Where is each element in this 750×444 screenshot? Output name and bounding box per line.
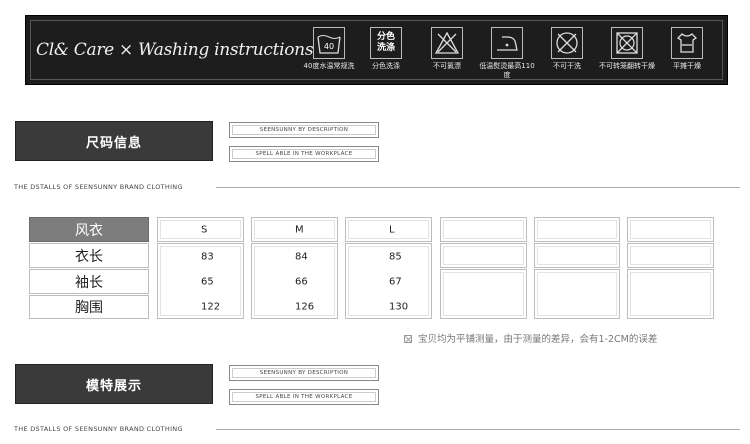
care-title: Cl& Care × Washing instructions: [36, 40, 314, 60]
size-header-cell: S: [157, 217, 244, 242]
care-item-no-dry-clean: 不可干洗: [537, 27, 597, 71]
section-divider-text: THE DSTALLS OF SEENSUNNY BRAND CLOTHING: [14, 183, 183, 191]
row-label-length: 衣长: [29, 243, 149, 268]
care-caption: 不可干洗: [553, 62, 581, 70]
care-caption: 不可转笼翻转干燥: [599, 62, 655, 70]
measurement-note: 宝贝均为平铺测量，由于测量的差异，会有1-2CM的误差: [404, 331, 657, 345]
care-item-no-tumble-dry: 不可转笼翻转干燥: [597, 27, 657, 71]
wash-40-icon: 40: [313, 27, 345, 59]
size-column-s: 83 65 122: [157, 243, 244, 319]
care-caption: 平摊干燥: [673, 62, 701, 70]
row-label-chest: 胸围: [29, 295, 149, 319]
value-length: 84: [295, 251, 308, 263]
value-chest: 130: [389, 301, 409, 313]
model-showcase-heading: 模特展示: [15, 364, 213, 404]
size-column-m: 84 66 126: [251, 243, 338, 319]
wash-temp-label: 40: [324, 42, 334, 51]
section-divider-line: [216, 429, 740, 430]
size-column-l: 85 67 130: [345, 243, 432, 319]
section-divider-line: [216, 187, 740, 188]
no-bleach-icon: [431, 27, 463, 59]
size-header-cell: L: [345, 217, 432, 242]
no-dry-clean-icon: [551, 27, 583, 59]
care-item-wash-40: 40 40度水温常规洗: [299, 27, 359, 71]
empty-cell: [440, 243, 527, 268]
empty-cell: [534, 243, 620, 268]
care-item-low-iron: 低温熨烫最高110度: [477, 27, 537, 80]
value-length: 85: [389, 251, 402, 263]
value-sleeve: 66: [295, 276, 308, 288]
empty-cell: [534, 269, 620, 319]
separate-wash-icon: 分色洗涤: [370, 27, 402, 59]
value-chest: 126: [295, 301, 315, 313]
workplace-label: SPELL ABLE IN THE WORKPLACE: [229, 389, 379, 405]
empty-cell: [627, 269, 714, 319]
care-item-no-bleach: 不可氯漂: [417, 27, 477, 71]
description-label: SEENSUNNY BY DESCRIPTION: [229, 365, 379, 381]
care-caption: 40度水温常规洗: [303, 62, 355, 70]
care-item-flat-dry: 平摊干燥: [657, 27, 717, 71]
size-header-cell: M: [251, 217, 338, 242]
separate-wash-label: 分色洗涤: [376, 32, 395, 53]
care-banner: Cl& Care × Washing instructions 40 40度水温…: [25, 15, 728, 85]
section-divider-text: THE DSTALLS OF SEENSUNNY BRAND CLOTHING: [14, 425, 183, 433]
value-length: 83: [201, 251, 214, 263]
note-cross-icon: [404, 335, 412, 343]
care-caption: 分色洗涤: [372, 62, 400, 70]
value-chest: 122: [201, 301, 221, 313]
no-tumble-dry-icon: [611, 27, 643, 59]
size-info-heading: 尺码信息: [15, 121, 213, 161]
size-table-header: 风衣: [29, 217, 149, 242]
description-label: SEENSUNNY BY DESCRIPTION: [229, 122, 379, 138]
value-sleeve: 65: [201, 276, 214, 288]
size-header-cell: [440, 217, 527, 242]
row-label-sleeve: 袖长: [29, 269, 149, 294]
care-caption: 不可氯漂: [433, 62, 461, 70]
size-header-cell: [627, 217, 714, 242]
low-iron-icon: [491, 27, 523, 59]
workplace-label: SPELL ABLE IN THE WORKPLACE: [229, 146, 379, 162]
care-item-separate-wash: 分色洗涤 分色洗涤: [356, 27, 416, 71]
size-header-cell: [534, 217, 620, 242]
value-sleeve: 67: [389, 276, 402, 288]
care-caption: 低温熨烫最高110度: [479, 62, 535, 79]
empty-cell: [627, 243, 714, 268]
empty-cell: [440, 269, 527, 319]
flat-dry-icon: [671, 27, 703, 59]
